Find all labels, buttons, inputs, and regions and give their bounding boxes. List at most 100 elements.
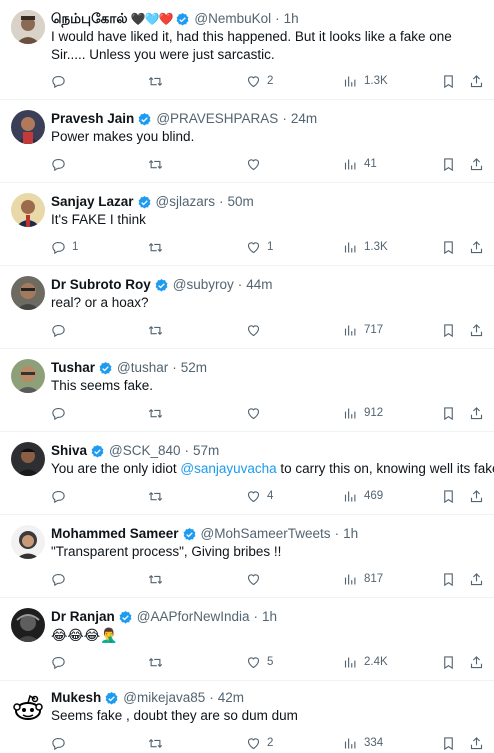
- author-name[interactable]: Mohammed Sameer: [51, 525, 179, 543]
- retweet-button[interactable]: [148, 403, 169, 423]
- avatar[interactable]: [11, 276, 45, 310]
- bookmark-button[interactable]: [441, 733, 456, 753]
- bookmark-button[interactable]: [441, 403, 456, 423]
- author-handle[interactable]: @NembuKol: [194, 10, 271, 28]
- views-button[interactable]: 912: [343, 403, 383, 423]
- share-button[interactable]: [469, 486, 484, 506]
- author-handle[interactable]: @tushar: [117, 359, 168, 377]
- avatar[interactable]: [11, 193, 45, 227]
- author-name[interactable]: Sanjay Lazar: [51, 193, 134, 211]
- avatar[interactable]: [11, 691, 45, 725]
- avatar[interactable]: [11, 10, 45, 44]
- author-handle[interactable]: @sjlazars: [156, 193, 215, 211]
- author-name[interactable]: Dr Subroto Roy: [51, 276, 151, 294]
- mention-link[interactable]: @sanjayuvacha: [180, 461, 276, 476]
- retweet-button[interactable]: [148, 652, 169, 672]
- like-button[interactable]: 2: [246, 71, 273, 91]
- like-button[interactable]: [246, 403, 267, 423]
- share-button[interactable]: [469, 154, 484, 174]
- reply-button[interactable]: [51, 652, 72, 672]
- author-name[interactable]: Pravesh Jain: [51, 110, 134, 128]
- tweet[interactable]: Dr Subroto Roy @subyroy · 44m real? or a…: [0, 266, 494, 349]
- avatar[interactable]: [11, 359, 45, 393]
- retweet-button[interactable]: [148, 733, 169, 753]
- author-name[interactable]: Shiva: [51, 442, 87, 460]
- tweet[interactable]: Shiva @SCK_840 · 57m You are the only id…: [0, 432, 494, 515]
- reply-button[interactable]: [51, 403, 72, 423]
- tweet[interactable]: Dr Ranjan @AAPforNewIndia · 1h 😂😂😂🤦‍♂️ 5…: [0, 598, 494, 681]
- views-button[interactable]: 817: [343, 569, 383, 589]
- views-button[interactable]: 334: [343, 733, 383, 753]
- share-button[interactable]: [469, 237, 484, 257]
- bookmark-button[interactable]: [441, 486, 456, 506]
- retweet-button[interactable]: [148, 154, 169, 174]
- like-button[interactable]: [246, 320, 267, 340]
- views-button[interactable]: 2.4K: [343, 652, 388, 672]
- bookmark-button[interactable]: [441, 154, 456, 174]
- tweet[interactable]: நெம்புகோல் 🖤🩵❤️ @NembuKol · 1h I would h…: [0, 0, 494, 100]
- like-button[interactable]: [246, 154, 267, 174]
- author-name[interactable]: நெம்புகோல்: [51, 10, 128, 28]
- bookmark-button[interactable]: [441, 237, 456, 257]
- timestamp[interactable]: 1h: [284, 10, 299, 28]
- views-button[interactable]: 41: [343, 154, 377, 174]
- avatar[interactable]: [11, 110, 45, 144]
- tweet[interactable]: Sanjay Lazar @sjlazars · 50m It's FAKE I…: [0, 183, 494, 266]
- author-handle[interactable]: @AAPforNewIndia: [137, 608, 250, 626]
- author-name[interactable]: Mukesh: [51, 689, 101, 707]
- tweet[interactable]: Tushar @tushar · 52m This seems fake. 91…: [0, 349, 494, 432]
- timestamp[interactable]: 1h: [343, 525, 358, 543]
- avatar[interactable]: [11, 525, 45, 559]
- like-button[interactable]: [246, 569, 267, 589]
- reply-button[interactable]: [51, 154, 72, 174]
- timestamp[interactable]: 24m: [291, 110, 317, 128]
- timestamp[interactable]: 42m: [218, 689, 244, 707]
- tweet[interactable]: Mohammed Sameer @MohSameerTweets · 1h "T…: [0, 515, 494, 598]
- author-name[interactable]: Tushar: [51, 359, 95, 377]
- author-handle[interactable]: @mikejava85: [123, 689, 205, 707]
- tweet[interactable]: Mukesh @mikejava85 · 42m Seems fake , do…: [0, 681, 494, 753]
- reply-button[interactable]: [51, 569, 72, 589]
- timestamp[interactable]: 44m: [246, 276, 272, 294]
- like-button[interactable]: 4: [246, 486, 273, 506]
- bookmark-button[interactable]: [441, 569, 456, 589]
- bookmark-button[interactable]: [441, 652, 456, 672]
- author-handle[interactable]: @PRAVESHPARAS: [156, 110, 278, 128]
- like-button[interactable]: 2: [246, 733, 273, 753]
- share-button[interactable]: [469, 652, 484, 672]
- timestamp[interactable]: 50m: [228, 193, 254, 211]
- views-button[interactable]: 1.3K: [343, 71, 388, 91]
- views-button[interactable]: 469: [343, 486, 383, 506]
- views-button[interactable]: 1.3K: [343, 237, 388, 257]
- reply-button[interactable]: 1: [51, 237, 78, 257]
- retweet-button[interactable]: [148, 569, 169, 589]
- author-handle[interactable]: @subyroy: [173, 276, 234, 294]
- timestamp[interactable]: 52m: [181, 359, 207, 377]
- bookmark-button[interactable]: [441, 320, 456, 340]
- author-name[interactable]: Dr Ranjan: [51, 608, 115, 626]
- author-handle[interactable]: @SCK_840: [109, 442, 181, 460]
- timestamp[interactable]: 1h: [262, 608, 277, 626]
- reply-button[interactable]: [51, 733, 72, 753]
- share-button[interactable]: [469, 320, 484, 340]
- reply-button[interactable]: [51, 320, 72, 340]
- share-button[interactable]: [469, 733, 484, 753]
- share-button[interactable]: [469, 569, 484, 589]
- reply-button[interactable]: [51, 486, 72, 506]
- avatar[interactable]: [11, 608, 45, 642]
- retweet-button[interactable]: [148, 71, 169, 91]
- bookmark-button[interactable]: [441, 71, 456, 91]
- retweet-button[interactable]: [148, 237, 169, 257]
- views-button[interactable]: 717: [343, 320, 383, 340]
- timestamp[interactable]: 57m: [193, 442, 219, 460]
- avatar[interactable]: [11, 442, 45, 476]
- tweet[interactable]: Pravesh Jain @PRAVESHPARAS · 24m Power m…: [0, 100, 494, 183]
- reply-button[interactable]: [51, 71, 72, 91]
- like-button[interactable]: 5: [246, 652, 273, 672]
- retweet-button[interactable]: [148, 486, 169, 506]
- share-button[interactable]: [469, 71, 484, 91]
- share-button[interactable]: [469, 403, 484, 423]
- author-handle[interactable]: @MohSameerTweets: [201, 525, 331, 543]
- like-button[interactable]: 1: [246, 237, 273, 257]
- retweet-button[interactable]: [148, 320, 169, 340]
